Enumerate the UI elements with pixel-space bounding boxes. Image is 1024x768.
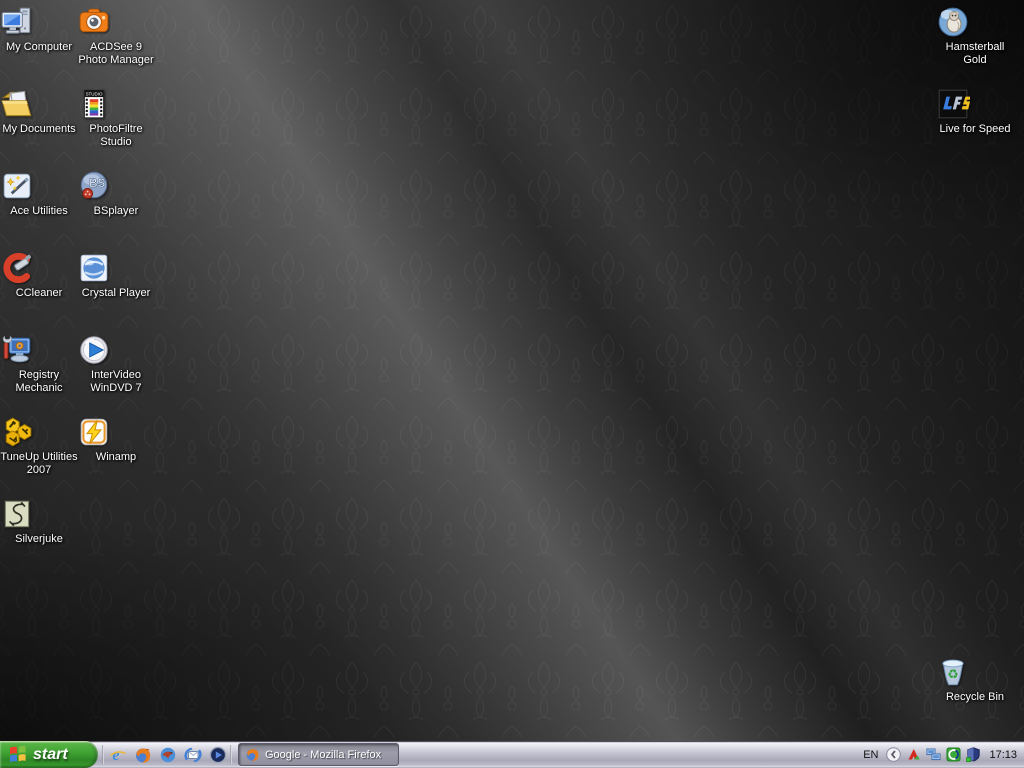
icon-label: CCleaner — [15, 287, 63, 299]
language-indicator[interactable]: EN — [860, 748, 881, 762]
quicklaunch-media-player-classic-icon[interactable] — [208, 745, 228, 765]
acdsee-camera-icon — [77, 5, 155, 39]
icon-label: Ace Utilities — [10, 205, 68, 217]
task-button-firefox[interactable]: Google - Mozilla Firefox — [238, 743, 399, 766]
photofiltre-filmstrip-icon: STUDIO — [77, 87, 155, 121]
desktop-icon-silverjuke[interactable]: Silverjuke — [0, 497, 78, 546]
system-tray: EN 17:13 — [860, 741, 1024, 768]
hide-tray-icons-chevron-icon[interactable] — [886, 747, 902, 762]
icon-label: My Computer — [5, 41, 73, 53]
my-computer-icon — [0, 5, 78, 39]
taskbar-divider — [102, 745, 104, 764]
winamp-lightning-icon — [77, 415, 155, 449]
desktop-icon-tuneup[interactable]: TuneUp Utilities 2007 — [0, 415, 78, 477]
desktop-icon-registry-mechanic[interactable]: Registry Mechanic — [0, 333, 78, 395]
quicklaunch-thunderbird-icon[interactable] — [158, 745, 178, 765]
icon-label: Registry Mechanic — [15, 369, 63, 394]
desktop-icon-hamsterball[interactable]: Hamsterball Gold — [936, 5, 1014, 67]
icon-label: BSplayer — [93, 205, 139, 217]
desktop-icon-live-for-speed[interactable]: Live for Speed — [936, 87, 1014, 136]
icon-label: Recycle Bin — [945, 691, 1005, 703]
icon-label: Winamp — [95, 451, 137, 463]
icon-label: Hamsterball Gold — [945, 41, 1005, 66]
icon-label: My Documents — [2, 123, 76, 135]
svg-text:e: e — [112, 747, 119, 764]
red-green-utility-tray-icon[interactable] — [906, 747, 921, 762]
svg-text:♻: ♻ — [947, 667, 958, 682]
icon-label: PhotoFiltre Studio — [89, 123, 143, 148]
quicklaunch-internet-explorer-icon[interactable]: e — [108, 745, 128, 765]
desktop-icon-winamp[interactable]: Winamp — [77, 415, 155, 464]
tuneup-hexagons-icon — [0, 415, 78, 449]
firefox-icon — [246, 749, 259, 761]
registry-mechanic-icon — [0, 333, 78, 367]
hamsterball-icon — [936, 5, 1014, 39]
svg-text:STUDIO: STUDIO — [86, 92, 103, 97]
quick-launch-bar: e — [108, 741, 228, 768]
ccleaner-icon — [0, 251, 78, 285]
desktop-icon-acdsee[interactable]: ACDSee 9 Photo Manager — [77, 5, 155, 67]
desktop-icon-crystal-player[interactable]: Crystal Player — [77, 251, 155, 300]
desktop-icon-ace-utilities[interactable]: Ace Utilities — [0, 169, 78, 218]
desktop-icon-my-computer[interactable]: My Computer — [0, 5, 78, 54]
start-button[interactable]: start — [0, 741, 98, 768]
quicklaunch-outlook-express-icon[interactable] — [183, 745, 203, 765]
crystal-player-globe-icon — [77, 251, 155, 285]
recycle-bin-icon: ♻ — [936, 655, 1014, 689]
icon-label: Silverjuke — [15, 533, 63, 545]
start-label: start — [33, 745, 68, 763]
icon-label: TuneUp Utilities 2007 — [0, 451, 78, 476]
windvd-play-icon — [77, 333, 155, 367]
task-button-label: Google - Mozilla Firefox — [265, 748, 382, 761]
windows-flag-icon — [10, 745, 26, 762]
taskbar-divider — [230, 745, 232, 764]
icon-label: Live for Speed — [939, 123, 1011, 135]
taskbar: start e Google - Mozilla Firefox EN 17:1… — [0, 741, 1024, 768]
desktop-icon-recycle-bin[interactable]: ♻ Recycle Bin — [936, 655, 1014, 704]
tray-clock[interactable]: 17:13 — [989, 749, 1017, 761]
security-shield-tray-icon[interactable] — [966, 747, 981, 762]
svg-text:BS: BS — [89, 177, 105, 190]
desktop-screen: My Computer ACDSee 9 Photo Manager My Do… — [0, 0, 1024, 768]
ace-utilities-wand-icon — [0, 169, 78, 203]
desktop-icon-bsplayer[interactable]: BS BSplayer — [77, 169, 155, 218]
bsplayer-icon: BS — [77, 169, 155, 203]
green-square-utility-tray-icon[interactable] — [946, 747, 961, 762]
network-connection-tray-icon[interactable] — [926, 747, 941, 762]
icon-label: Crystal Player — [81, 287, 151, 299]
quicklaunch-firefox-icon[interactable] — [133, 745, 153, 765]
silverjuke-icon — [0, 497, 78, 531]
desktop-icon-windvd[interactable]: InterVideo WinDVD 7 — [77, 333, 155, 395]
desktop-icon-my-documents[interactable]: My Documents — [0, 87, 78, 136]
icon-label: ACDSee 9 Photo Manager — [78, 41, 154, 66]
icon-label: InterVideo WinDVD 7 — [90, 369, 142, 394]
my-documents-icon — [0, 87, 78, 121]
desktop-icon-ccleaner[interactable]: CCleaner — [0, 251, 78, 300]
live-for-speed-icon — [936, 87, 1014, 121]
desktop-icon-photofiltre[interactable]: STUDIO PhotoFiltre Studio — [77, 87, 155, 149]
